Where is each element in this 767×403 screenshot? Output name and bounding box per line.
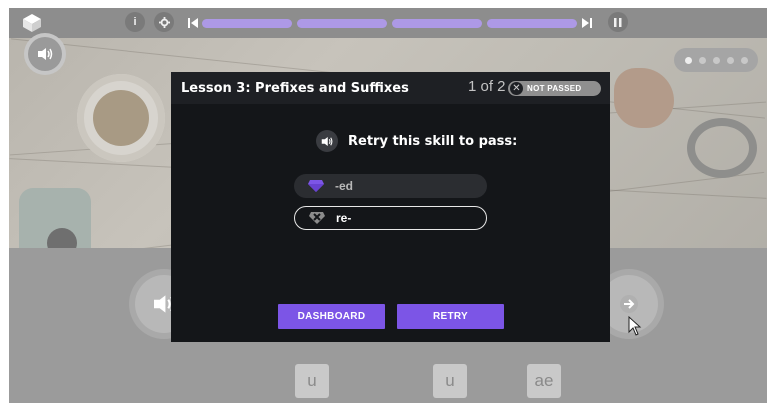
coffee-cup-image (77, 74, 165, 162)
pause-icon (614, 17, 622, 27)
modal-header: Lesson 3: Prefixes and Suffixes 1 of 2 ✕… (171, 72, 610, 104)
carousel-dots (674, 48, 758, 72)
retry-button[interactable]: RETRY (397, 304, 504, 329)
sunglasses-image (687, 118, 757, 178)
gem-icon (308, 180, 324, 192)
pause-button[interactable] (608, 12, 628, 32)
skip-forward-icon[interactable] (581, 17, 593, 29)
retry-prompt-text: Retry this skill to pass: (348, 133, 518, 149)
lesson-title: Lesson 3: Prefixes and Suffixes (181, 81, 409, 96)
retry-prompt: Retry this skill to pass: (316, 130, 517, 152)
carousel-dot[interactable] (698, 56, 706, 64)
dashboard-button[interactable]: DASHBOARD (278, 304, 385, 329)
progress-segment-2 (297, 19, 387, 28)
carousel-dot[interactable] (726, 56, 734, 64)
prompt-audio-button[interactable] (316, 130, 338, 152)
close-icon: ✕ (510, 82, 523, 95)
top-bar: i (9, 8, 767, 38)
info-icon: i (133, 16, 137, 28)
audio-button-top[interactable] (28, 37, 62, 71)
settings-button[interactable] (154, 12, 174, 32)
status-badge: ✕ NOT PASSED (508, 81, 601, 96)
carousel-dot[interactable] (684, 56, 692, 64)
lesson-stage: i u u ae Lesson 3: Prefixes and Suffixes… (9, 8, 767, 403)
broken-gem-icon (309, 212, 325, 224)
skill-item-ed[interactable]: -ed (294, 174, 487, 198)
mouse-cursor-icon (628, 316, 642, 336)
arrow-right-icon (620, 295, 638, 313)
cube-logo-icon[interactable] (22, 13, 42, 33)
info-button[interactable]: i (125, 12, 145, 32)
camera-image (19, 188, 91, 248)
status-badge-label: NOT PASSED (527, 84, 582, 93)
progress-segment-1 (202, 19, 292, 28)
progress-segment-3 (392, 19, 482, 28)
hand-image (614, 68, 674, 128)
speaker-icon (321, 136, 333, 146)
speaker-icon (38, 48, 53, 60)
skip-back-icon[interactable] (187, 17, 199, 29)
letter-tile[interactable]: u (433, 364, 467, 398)
carousel-dot[interactable] (740, 56, 748, 64)
skill-item-re[interactable]: re- (294, 206, 487, 230)
skill-label: re- (336, 211, 352, 225)
gear-icon (158, 16, 170, 28)
skill-label: -ed (335, 179, 353, 193)
letter-tile[interactable]: ae (527, 364, 561, 398)
page-count: 1 of 2 (468, 78, 506, 95)
progress-segment-4 (487, 19, 577, 28)
retry-modal: Lesson 3: Prefixes and Suffixes 1 of 2 ✕… (171, 72, 610, 342)
letter-tile[interactable]: u (295, 364, 329, 398)
carousel-dot[interactable] (712, 56, 720, 64)
